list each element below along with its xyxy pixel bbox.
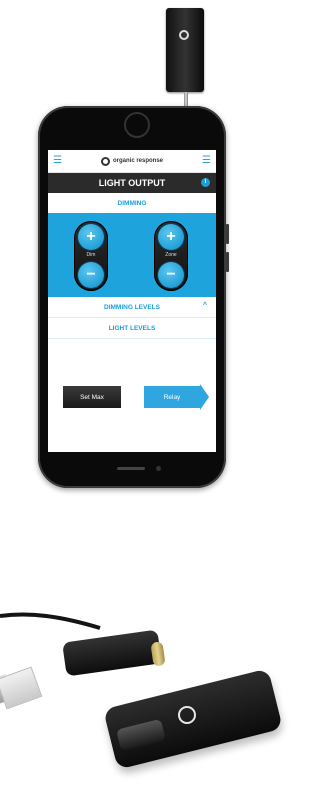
dim-minus-button[interactable]: − [78, 262, 104, 288]
usb-plug [0, 666, 43, 710]
section-dimming-label: DIMMING [117, 199, 147, 207]
audio-jack-connector [62, 629, 162, 677]
section-dimming-levels-label: DIMMING LEVELS [104, 303, 160, 311]
menu-icon[interactable]: ☰ [53, 156, 62, 166]
brand-logo-icon [100, 156, 110, 166]
relay-arrow-icon [200, 384, 209, 410]
gold-jack-ring [150, 641, 166, 667]
section-light-levels[interactable]: LIGHT LEVELS [48, 318, 216, 338]
brand: organic response [100, 156, 163, 166]
zone-label: Zone [165, 252, 177, 258]
section-light-levels-label: LIGHT LEVELS [108, 324, 156, 332]
zone-plus-button[interactable]: + [158, 224, 184, 250]
dim-plus-button[interactable]: + [78, 224, 104, 250]
zone-minus-button[interactable]: − [158, 262, 184, 288]
speaker-grille [117, 467, 145, 470]
page-title: LIGHT OUTPUT [98, 178, 166, 188]
divider [48, 338, 216, 339]
volume-button [226, 252, 229, 272]
page-title-bar: LIGHT OUTPUT i [48, 173, 216, 193]
volume-button [226, 224, 229, 244]
dimming-control-panel: + Dim − + Zone − [48, 213, 216, 297]
menu-icon[interactable]: ☰ [202, 156, 211, 166]
camera-icon [124, 112, 150, 138]
app-header: ☰ organic response ☰ [48, 150, 216, 173]
cable [0, 612, 101, 630]
dongle-logo-icon [179, 30, 189, 40]
smartphone: ☰ organic response ☰ LIGHT OUTPUT i DIMM… [38, 106, 229, 488]
section-dimming-levels[interactable]: DIMMING LEVELS ^ [48, 297, 216, 317]
relay-button[interactable]: Relay [144, 386, 200, 408]
section-dimming: DIMMING [48, 193, 216, 213]
microphone-hole [156, 466, 161, 471]
zone-control: + Zone − [154, 221, 188, 291]
action-buttons: Set Max Relay [48, 382, 216, 412]
info-icon[interactable]: i [201, 178, 210, 187]
app-screen: ☰ organic response ☰ LIGHT OUTPUT i DIMM… [48, 150, 216, 452]
dim-label: Dim [86, 252, 96, 258]
set-max-button[interactable]: Set Max [63, 386, 121, 408]
dim-control: + Dim − [74, 221, 108, 291]
chevron-up-icon[interactable]: ^ [203, 302, 207, 309]
usb-stick-logo-icon [178, 706, 196, 724]
brand-name: organic response [112, 158, 163, 164]
sensor-dongle [166, 8, 204, 92]
